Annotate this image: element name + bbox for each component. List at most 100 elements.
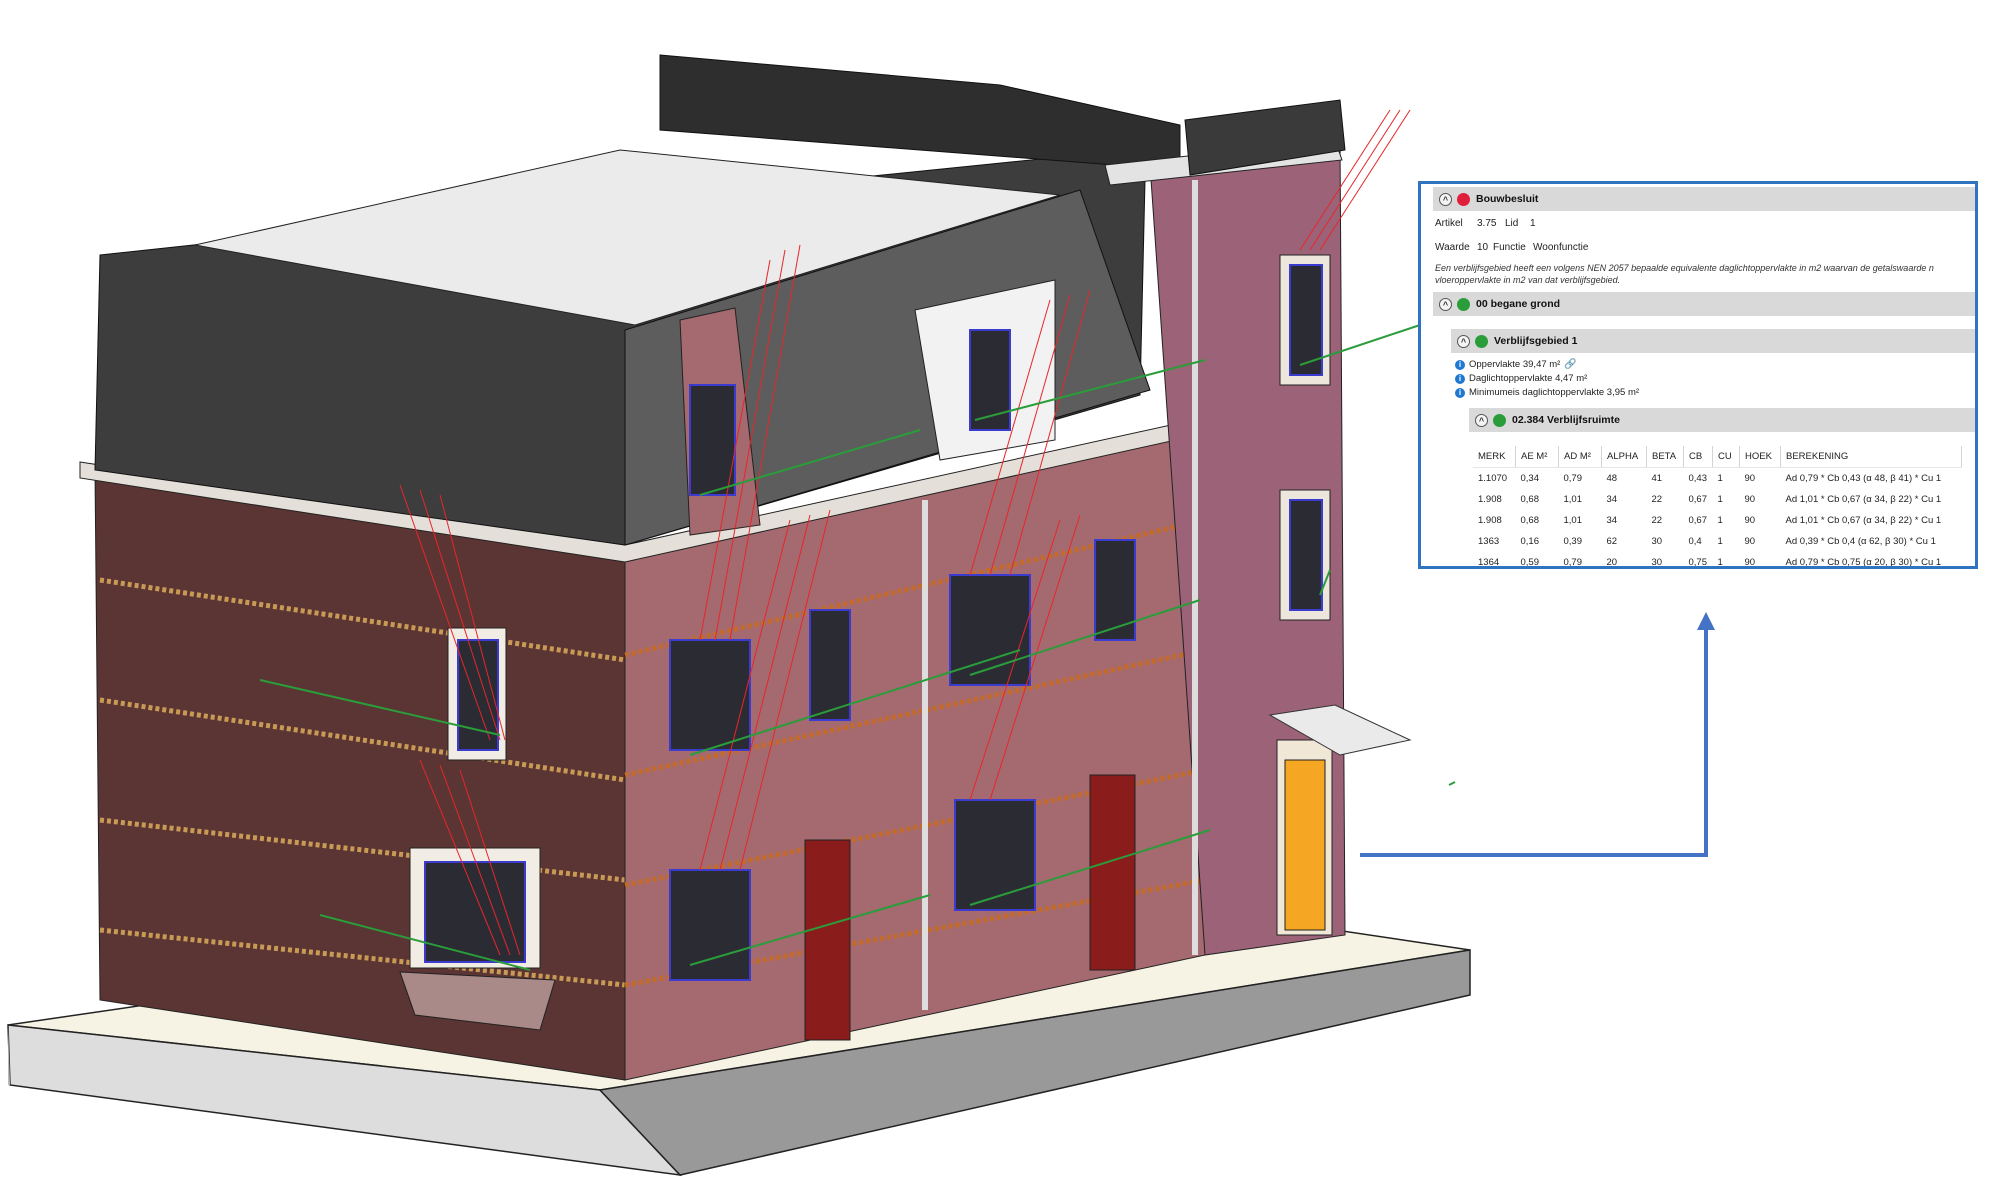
section-title: Bouwbesluit	[1476, 193, 1539, 205]
table-cell: 0,16	[1520, 536, 1540, 547]
info-icon: i	[1455, 359, 1465, 370]
waarde-label: Waarde	[1435, 242, 1470, 253]
info-text: Daglichtoppervlakte 4,47 m²	[1469, 373, 1588, 384]
table-cell: 0,67	[1688, 494, 1708, 505]
table-cell: 20	[1606, 557, 1618, 568]
table-row[interactable]: 1.1070 0,34 0,79 48 41 0,43 1 90 Ad 0,79 * Cb 0,…	[1473, 468, 1962, 490]
column-header[interactable]: ALPHA	[1601, 446, 1647, 468]
table-cell: 22	[1651, 515, 1663, 526]
stray-ray	[1448, 781, 1456, 786]
column-header[interactable]: CU	[1712, 446, 1740, 468]
table-cell: 1	[1717, 536, 1723, 547]
table-cell: 0,79	[1563, 557, 1583, 568]
table-cell: 1	[1717, 515, 1723, 526]
table-cell: 34	[1606, 494, 1618, 505]
table-row[interactable]: 1.908 0,68 1,01 34 22 0,67 1 90 Ad 1,01 * Cb 0,6…	[1473, 510, 1962, 531]
table-cell: 90	[1744, 536, 1756, 547]
connector-arrow	[1360, 628, 1708, 857]
section-title: 00 begane grond	[1476, 298, 1561, 310]
table-cell: Ad 0,39 * Cb 0,4 (α 62, β 30) * Cu 1	[1785, 536, 1936, 547]
table-cell: 90	[1744, 557, 1756, 568]
lid-label: Lid	[1505, 218, 1519, 229]
column-header[interactable]: AD M²	[1558, 446, 1602, 468]
daylight-report-panel[interactable]: ^ Bouwbesluit Artikel 3.75 Lid 1 Waarde 10 Fu…	[1418, 181, 1978, 569]
table-cell: 41	[1651, 473, 1663, 484]
lid-value: 1	[1530, 218, 1536, 229]
info-oppervlakte: i Oppervlakte 39,47 m² 🔗	[1455, 359, 1577, 370]
table-cell: 30	[1651, 557, 1663, 568]
table-cell: 1	[1717, 473, 1723, 484]
table-cell: 1,01	[1563, 515, 1583, 526]
table-cell: 1	[1717, 557, 1723, 568]
link-icon[interactable]: 🔗	[1564, 359, 1576, 370]
table-cell: 90	[1744, 515, 1756, 526]
status-pass-icon	[1493, 413, 1506, 427]
column-header[interactable]: BEREKENING	[1780, 446, 1962, 468]
table-cell: 1.908	[1478, 494, 1502, 505]
functie-label: Functie	[1493, 242, 1526, 253]
table-cell: 90	[1744, 494, 1756, 505]
calculation-table: MERK AE M² AD M² ALPHA BETA CB CU HOEK B…	[1473, 446, 1962, 568]
building-3d-model[interactable]	[0, 0, 1999, 1186]
table-cell: Ad 1,01 * Cb 0,67 (α 34, β 22) * Cu 1	[1785, 515, 1942, 526]
table-cell: 0,68	[1520, 515, 1540, 526]
table-header-row: MERK AE M² AD M² ALPHA BETA CB CU HOEK B…	[1473, 446, 1962, 468]
collapse-icon[interactable]: ^	[1457, 334, 1470, 348]
collapse-icon[interactable]: ^	[1439, 297, 1452, 311]
arrow-head	[1697, 612, 1715, 630]
waarde-row: Waarde 10 Functie Woonfunctie	[1435, 242, 1588, 253]
table-cell: 0,68	[1520, 494, 1540, 505]
table-row[interactable]: 1.908 0,68 1,01 34 22 0,67 1 90 Ad 1,01 * Cb 0,6…	[1473, 489, 1962, 510]
waarde-value: 10	[1477, 242, 1489, 253]
table-cell: 1.908	[1478, 515, 1502, 526]
info-minimumeis: i Minimumeis daglichtoppervlakte 3,95 m²	[1455, 387, 1639, 398]
info-icon: i	[1455, 387, 1465, 398]
artikel-label: Artikel	[1435, 218, 1463, 229]
status-pass-icon	[1457, 297, 1470, 311]
table-cell: 0,4	[1688, 536, 1702, 547]
requirement-description: Een verblijfsgebied heeft een volgens NE…	[1435, 262, 1934, 286]
table-cell: 0,79	[1563, 473, 1583, 484]
info-icon: i	[1455, 373, 1465, 384]
table-cell: 0,34	[1520, 473, 1540, 484]
table-cell: 90	[1744, 473, 1756, 484]
table-cell: 62	[1606, 536, 1618, 547]
table-cell: 0,75	[1688, 557, 1708, 568]
column-header[interactable]: AE M²	[1515, 446, 1559, 468]
artikel-value: 3.75	[1477, 218, 1497, 229]
table-cell: 0,43	[1688, 473, 1708, 484]
table-cell: 22	[1651, 494, 1663, 505]
table-cell: Ad 0,79 * Cb 0,75 (α 20, β 30) * Cu 1	[1785, 557, 1942, 568]
description-line: vloeroppervlakte in m2 van dat verblijfs…	[1435, 275, 1621, 285]
table-cell: 1364	[1478, 557, 1500, 568]
section-room[interactable]: ^ 02.384 Verblijfsruimte	[1469, 408, 1975, 432]
functie-value: Woonfunctie	[1533, 242, 1589, 253]
table-cell: 1363	[1478, 536, 1500, 547]
section-floor[interactable]: ^ 00 begane grond	[1433, 292, 1975, 316]
table-row[interactable]: 1364 0,59 0,79 20 30 0,75 1 90 Ad 0,79 * Cb 0,75…	[1473, 552, 1962, 568]
table-cell: 0,67	[1688, 515, 1708, 526]
column-header[interactable]: BETA	[1646, 446, 1684, 468]
table-cell: 48	[1606, 473, 1618, 484]
collapse-icon[interactable]: ^	[1475, 413, 1488, 427]
column-header[interactable]: CB	[1683, 446, 1713, 468]
column-header[interactable]: MERK	[1473, 446, 1516, 468]
description-line: Een verblijfsgebied heeft een volgens NE…	[1435, 263, 1934, 273]
table-cell: 0,39	[1563, 536, 1583, 547]
collapse-icon[interactable]: ^	[1439, 192, 1452, 206]
info-daglichtoppervlakte: i Daglichtoppervlakte 4,47 m²	[1455, 373, 1587, 384]
section-bouwbesluit[interactable]: ^ Bouwbesluit	[1433, 187, 1975, 211]
side-wall	[94, 469, 626, 1081]
table-row[interactable]: 1363 0,16 0,39 62 30 0,4 1 90 Ad 0,39 * Cb 0,4 (…	[1473, 531, 1962, 552]
status-pass-icon	[1475, 334, 1488, 348]
column-header[interactable]: HOEK	[1739, 446, 1781, 468]
section-title: Verblijfsgebied 1	[1494, 335, 1578, 347]
table-cell: 1.1070	[1478, 473, 1508, 484]
section-area[interactable]: ^ Verblijfsgebied 1	[1451, 329, 1975, 353]
table-cell: Ad 1,01 * Cb 0,67 (α 34, β 22) * Cu 1	[1785, 494, 1942, 505]
table-cell: 30	[1651, 536, 1663, 547]
table-cell: Ad 0,79 * Cb 0,43 (α 48, β 41) * Cu 1	[1785, 473, 1942, 484]
info-text: Oppervlakte 39,47 m²	[1469, 359, 1561, 370]
table-cell: 1	[1717, 494, 1723, 505]
info-text: Minimumeis daglichtoppervlakte 3,95 m²	[1469, 387, 1640, 398]
